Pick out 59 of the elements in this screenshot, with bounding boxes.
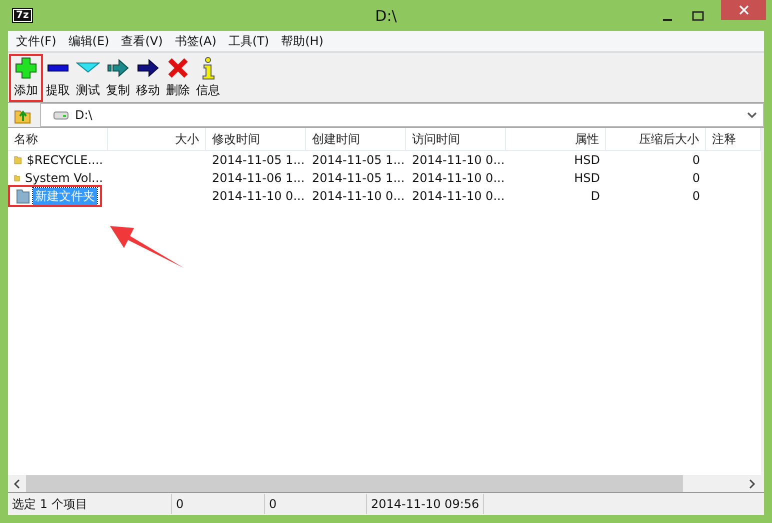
table-cell-text: HSD bbox=[573, 153, 601, 167]
column-header[interactable]: 属性 bbox=[506, 128, 606, 150]
menu-item[interactable]: 文件(F) bbox=[16, 32, 56, 50]
table-cell-text: 2014-11-05 1... bbox=[311, 171, 406, 185]
table-cell-text: 0 bbox=[691, 153, 701, 167]
table-cell-text: 0 bbox=[691, 171, 701, 185]
maximize-icon[interactable] bbox=[691, 10, 705, 24]
scrollbar-thumb[interactable] bbox=[26, 475, 683, 492]
table-cell-text: 2014-11-05 1... bbox=[311, 153, 406, 167]
toolbar-button[interactable]: 删除 bbox=[163, 54, 193, 102]
table-cell-text: 0 bbox=[691, 189, 701, 203]
menu-item[interactable]: 编辑(E) bbox=[68, 32, 110, 50]
plus-icon bbox=[14, 56, 38, 80]
toolbar-button[interactable]: 测试 bbox=[73, 54, 103, 102]
file-name[interactable]: System Vol... bbox=[23, 171, 105, 185]
close-button[interactable] bbox=[721, 0, 766, 20]
status-text: 0 bbox=[172, 494, 265, 514]
toolbar-button[interactable]: 移动 bbox=[133, 54, 163, 102]
close-icon bbox=[738, 5, 748, 15]
menu-item[interactable]: 工具(T) bbox=[228, 32, 270, 50]
scroll-right-icon[interactable] bbox=[747, 478, 757, 488]
menu-item[interactable]: 帮助(H) bbox=[281, 32, 324, 50]
dashed-arrow-icon bbox=[106, 56, 130, 80]
table-cell-text: D bbox=[590, 189, 601, 203]
column-header[interactable]: 压缩后大小 bbox=[606, 128, 706, 150]
table-cell-text: 2014-11-10 0... bbox=[411, 171, 506, 185]
column-header[interactable]: 名称 bbox=[8, 128, 108, 150]
column-header[interactable]: 注释 bbox=[706, 128, 761, 150]
menu-item[interactable]: 书签(A) bbox=[174, 32, 216, 50]
column-header[interactable]: 访问时间 bbox=[406, 128, 506, 150]
menu-item[interactable]: 查看(V) bbox=[121, 32, 163, 50]
dropdown-icon[interactable] bbox=[747, 111, 757, 119]
arrow-icon bbox=[136, 56, 160, 80]
cross-icon bbox=[166, 56, 190, 80]
table-cell-text: 2014-11-10 0... bbox=[411, 189, 506, 203]
table-cell-text: 2014-11-05 1... bbox=[211, 153, 306, 167]
folder-icon bbox=[16, 188, 30, 204]
table-cell-text: HSD bbox=[573, 171, 601, 185]
table-cell-text: 2014-11-10 0... bbox=[311, 189, 406, 203]
status-text: 选定 1 个项目 bbox=[8, 494, 172, 514]
file-name[interactable]: $RECYCLE.... bbox=[24, 153, 105, 167]
window-title: D:\ bbox=[375, 6, 397, 24]
scroll-left-icon[interactable] bbox=[12, 478, 22, 488]
minus-icon bbox=[46, 64, 70, 72]
address-field[interactable]: D:\ bbox=[40, 103, 764, 127]
table-cell-text: 2014-11-10 0... bbox=[411, 153, 506, 167]
status-text: 0 bbox=[265, 494, 367, 514]
toolbar-button[interactable]: 提取 bbox=[43, 54, 73, 102]
toolbar-button[interactable]: 信息 bbox=[193, 54, 223, 102]
column-header[interactable]: 创建时间 bbox=[306, 128, 406, 150]
table-cell-text: 2014-11-10 0... bbox=[211, 189, 306, 203]
column-header[interactable]: 修改时间 bbox=[206, 128, 306, 150]
status-text: 2014-11-10 09:56 bbox=[367, 494, 484, 514]
column-header[interactable]: 大小 bbox=[108, 128, 206, 150]
drive-icon bbox=[53, 110, 69, 120]
app-logo: 7z bbox=[13, 9, 32, 22]
table-cell-text: 2014-11-06 1... bbox=[211, 171, 306, 185]
toolbar-button[interactable]: 添加 bbox=[9, 54, 43, 102]
toolbar-button[interactable]: 复制 bbox=[103, 54, 133, 102]
